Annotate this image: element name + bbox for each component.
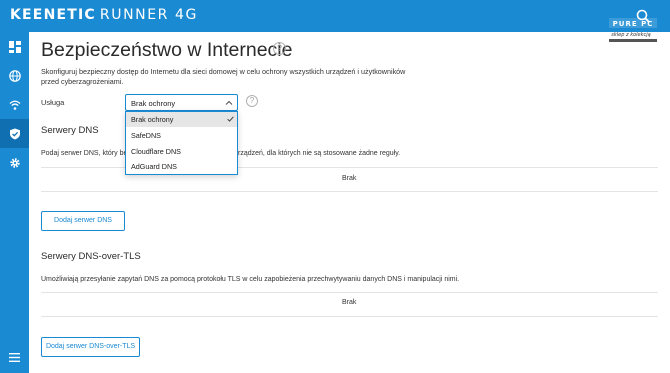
dns-servers-description-end: rządzeń, dla których nie są stosowane ża… [238,150,401,157]
svg-text:PURE PC: PURE PC [613,20,654,28]
service-label: Usługa [41,98,65,107]
divider [41,292,658,293]
service-dropdown: Brak ochrony SafeDNS Cloudflare DNS AdGu… [125,111,238,175]
dns-servers-title: Serwery DNS [41,125,99,136]
sidebar-item-dashboard[interactable] [0,32,29,61]
divider [41,316,658,317]
option-brak-ochrony[interactable]: Brak ochrony [126,112,237,127]
service-help-icon[interactable]: ? [246,95,258,107]
globe-icon [8,69,21,82]
sidebar-item-wifi[interactable] [0,90,29,119]
add-dns-tls-server-button[interactable]: Dodaj serwer DNS-over-TLS [41,337,140,357]
wifi-icon [9,100,20,110]
watermark-logo: PURE PC sklep z kolekcją [601,18,661,48]
model-name: RUNNER 4G [99,7,198,23]
sidebar-item-internet[interactable] [0,61,29,90]
option-adguard-dns[interactable]: AdGuard DNS [126,159,237,174]
hamburger-menu-icon[interactable] [0,345,29,369]
option-label: SafeDNS [131,131,161,140]
svg-text:sklep z kolekcją: sklep z kolekcją [611,32,650,38]
add-dns-server-button[interactable]: Dodaj serwer DNS [41,211,125,231]
check-icon [227,116,234,122]
help-icon[interactable]: ? [273,42,286,55]
dns-tls-description: Umożliwiają przesyłanie zapytań DNS za p… [41,276,460,283]
option-label: AdGuard DNS [131,162,177,171]
dns-servers-description-start: Podaj serwer DNS, który będ [41,150,132,157]
brand-logo: KEENETIC RUNNER 4G [10,7,198,23]
page-title: Bezpieczeństwo w Internecie [41,39,293,61]
brand-name: KEENETIC [10,7,96,23]
option-safedns[interactable]: SafeDNS [126,128,237,143]
option-label: Brak ochrony [131,115,174,124]
dns-servers-empty: Brak [342,175,357,182]
page-description: Skonfiguruj bezpieczny dostęp do Interne… [41,67,406,86]
dashboard-icon [8,40,21,53]
option-cloudflare-dns[interactable]: Cloudflare DNS [126,144,237,159]
sidebar-item-security[interactable] [0,119,29,148]
gear-icon [9,157,20,168]
top-bar: KEENETIC RUNNER 4G [0,0,670,32]
service-select[interactable]: Brak ochrony [125,94,238,111]
sidebar [0,32,29,373]
chevron-up-icon [225,100,233,105]
service-select-value: Brak ochrony [131,99,176,108]
dns-tls-title: Serwery DNS-over-TLS [41,251,141,262]
divider [41,191,658,192]
sidebar-item-settings[interactable] [0,148,29,177]
shield-icon [9,128,20,139]
dns-tls-empty: Brak [342,299,357,306]
option-label: Cloudflare DNS [131,147,181,156]
